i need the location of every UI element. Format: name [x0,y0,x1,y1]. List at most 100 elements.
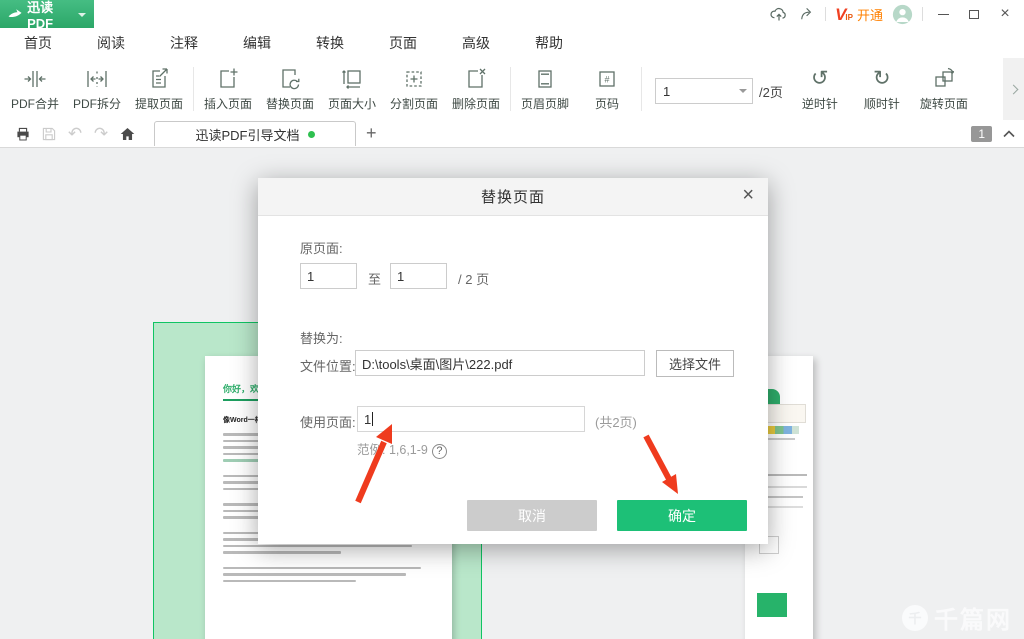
print-icon [14,126,32,142]
maximize-icon [969,10,979,19]
chevron-down-icon [78,13,86,17]
extract-page-button[interactable]: 提取页面 [128,66,190,112]
home-button[interactable] [114,122,140,146]
redo-button[interactable]: ↷ [88,122,114,146]
delete-page-button[interactable]: 删除页面 [445,66,507,112]
help-icon[interactable]: ? [432,444,447,459]
insert-page-button[interactable]: 插入页面 [197,66,259,112]
menu-help[interactable]: 帮助 [525,27,573,59]
divider [193,67,194,111]
save-button[interactable] [36,122,62,146]
range-separator-label: 至 [368,269,381,288]
replace-page-icon [277,66,303,92]
swallow-logo-icon [8,7,22,21]
divider [641,67,642,111]
rotate-ccw-icon: ↺ [811,66,829,92]
split-page-button[interactable]: 分割页面 [383,66,445,112]
rotate-page-icon [931,66,957,92]
watermark: 千 千篇网 [902,600,1012,635]
page2-icon-grid [763,496,803,508]
extract-page-icon [146,66,172,92]
dialog-title: 替换页面 [481,186,545,207]
document-tab[interactable]: 迅读PDF引导文档 [154,121,356,146]
chevron-right-icon [1009,84,1019,94]
replace-page-dialog: 替换页面 × 原页面: 至 / 2 页 替换为: 文件位置: 选择文件 使用页面… [258,178,768,544]
share-icon[interactable] [798,5,816,23]
range-from-input[interactable] [300,263,357,289]
range-to-input[interactable] [390,263,447,289]
rotate-cw-icon: ↻ [873,66,891,92]
header-footer-icon [532,66,558,92]
minimize-button[interactable] [932,3,954,25]
pdf-split-button[interactable]: PDF拆分 [66,66,128,112]
insert-page-icon [215,66,241,92]
divider [510,67,511,111]
page-number-button[interactable]: # 页码 [576,66,638,112]
menubar: 首页 阅读 注释 编辑 转换 页面 高级 帮助 [0,28,1024,58]
menu-convert[interactable]: 转换 [306,27,354,59]
confirm-button[interactable]: 确定 [617,500,747,531]
user-avatar[interactable] [892,4,913,25]
replace-with-label: 替换为: [300,328,343,347]
dialog-close-button[interactable]: × [742,185,754,205]
page-total-label: /2页 [759,82,783,101]
chevron-down-icon[interactable] [739,89,747,93]
menu-read[interactable]: 阅读 [87,27,135,59]
menu-home[interactable]: 首页 [14,27,62,59]
use-pages-label: 使用页面: [300,412,356,431]
print-button[interactable] [10,122,36,146]
file-location-label: 文件位置: [300,356,356,375]
home-icon [119,126,136,142]
undo-button[interactable]: ↶ [62,122,88,146]
file-path-input[interactable] [355,350,645,376]
save-icon [41,126,57,142]
cloud-upload-icon[interactable] [769,5,789,23]
undo-icon: ↶ [68,124,82,144]
page-indicator-badge[interactable]: 1 [971,126,992,142]
page2-text-lines [765,438,795,440]
svg-text:#: # [604,75,609,85]
range-total-label: / 2 页 [458,269,489,288]
titlebar: 迅读PDF V IP 开通 [0,0,1024,28]
pdf-merge-icon [22,66,48,92]
new-tab-button[interactable]: + [366,123,377,144]
page2-icon-grid [763,474,807,488]
page-size-button[interactable]: 页面大小 [321,66,383,112]
minimize-icon [938,14,949,15]
pdf-merge-button[interactable]: PDF合并 [4,66,66,112]
text-caret [372,412,373,426]
divider [922,7,923,21]
redo-icon: ↷ [94,124,108,144]
dialog-header: 替换页面 × [258,178,768,216]
document-canvas: 你好，欢迎 像Word一样 [0,148,1024,639]
page2-screenshot [766,404,806,423]
source-pages-label: 原页面: [300,238,343,257]
menu-edit[interactable]: 编辑 [233,27,281,59]
maximize-button[interactable] [963,3,985,25]
page-size-icon [339,66,365,92]
menu-page[interactable]: 页面 [379,27,427,59]
pdf-split-icon [84,66,110,92]
menu-advanced[interactable]: 高级 [452,27,500,59]
app-logo-menu[interactable]: 迅读PDF [0,0,94,28]
example-label: 范例: 1,6,1-9? [357,439,447,459]
page2-green-box [757,593,787,617]
replace-page-button[interactable]: 替换页面 [259,66,321,112]
app-window: 迅读PDF V IP 开通 [0,0,1024,639]
use-pages-input[interactable]: 1 [357,406,585,432]
watermark-text: 千篇网 [934,600,1012,635]
toolbar-overflow-button[interactable] [1003,58,1024,120]
rotate-cw-button[interactable]: ↻ 顺时针 [851,66,913,112]
choose-file-button[interactable]: 选择文件 [656,350,734,377]
collapse-chevron-up-icon[interactable] [1002,129,1016,138]
vip-upgrade-button[interactable]: V IP 开通 [835,5,883,24]
header-footer-button[interactable]: 页眉页脚 [514,66,576,112]
close-button[interactable]: × [994,3,1016,25]
menu-annotate[interactable]: 注释 [160,27,208,59]
tabbar: ↶ ↷ 迅读PDF引导文档 + 1 [0,120,1024,148]
document-tab-title: 迅读PDF引导文档 [195,125,299,144]
cancel-button[interactable]: 取消 [467,500,597,531]
rotate-page-button[interactable]: 旋转页面 [913,66,975,112]
rotate-ccw-button[interactable]: ↺ 逆时针 [789,66,851,112]
toolbar: PDF合并 PDF拆分 提取页面 插入页面 [0,58,1024,120]
